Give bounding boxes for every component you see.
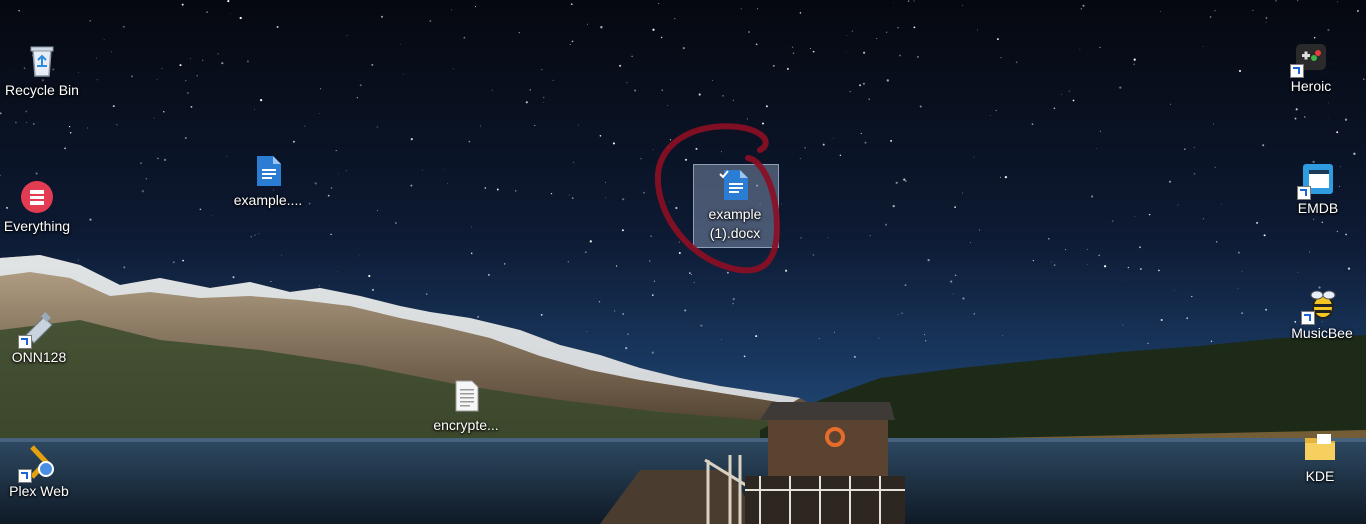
gamepad-icon [1290, 40, 1328, 78]
shortcut-arrow-icon [18, 335, 32, 349]
desktop-icon-label: Heroic [1290, 78, 1332, 94]
desktop-icon-emdb[interactable]: EMDB [1276, 158, 1360, 218]
desktop-icon-label: example (1).docx [708, 206, 762, 241]
desktop-icon-label: Everything [3, 218, 71, 234]
desktop-icon-recycle-bin[interactable]: Recycle Bin [0, 40, 84, 100]
desktop-icon-label: example.... [233, 192, 303, 208]
desktop-icon-onn128[interactable]: ONN128 [0, 307, 81, 367]
shortcut-arrow-icon [1290, 64, 1304, 78]
usb-drive-icon [18, 311, 56, 349]
desktop-icon-encrypted[interactable]: encrypte... [424, 375, 508, 435]
chrome-app-icon [18, 445, 56, 483]
everything-search-icon [20, 180, 54, 214]
desktop-icon-label: Plex Web [9, 483, 69, 499]
desktop-icon-label: EMDB [1297, 200, 1339, 216]
desktop-icon-everything[interactable]: Everything [0, 176, 79, 236]
desktop-icon-label: KDE [1305, 468, 1335, 484]
word-document-icon [718, 168, 752, 202]
desktop-icon-heroic[interactable]: Heroic [1269, 36, 1353, 96]
film-clapper-icon [1297, 162, 1335, 200]
desktop-icon-musicbee[interactable]: MusicBee [1280, 283, 1364, 343]
word-document-icon [251, 154, 285, 188]
shortcut-arrow-icon [1301, 311, 1315, 325]
desktop-icon-label: MusicBee [1291, 325, 1353, 341]
desktop-icon-label: Recycle Bin [5, 82, 79, 98]
desktop-icon-example-doc[interactable]: example.... [226, 150, 310, 210]
folder-icon [1303, 430, 1337, 464]
shortcut-arrow-icon [1297, 186, 1311, 200]
recycle-bin-icon [25, 44, 59, 78]
desktop-icon-label: ONN128 [11, 349, 67, 365]
desktop-icon-plex-web[interactable]: Plex Web [0, 441, 81, 501]
bee-icon [1301, 287, 1339, 325]
shortcut-arrow-icon [18, 469, 32, 483]
desktop-icon-example-1-docx[interactable]: example (1).docx [693, 164, 779, 248]
desktop-icon-label: encrypte... [433, 417, 499, 433]
text-file-icon [449, 379, 483, 413]
desktop-icon-kde[interactable]: KDE [1278, 426, 1362, 486]
desktop-wallpaper [0, 0, 1366, 524]
